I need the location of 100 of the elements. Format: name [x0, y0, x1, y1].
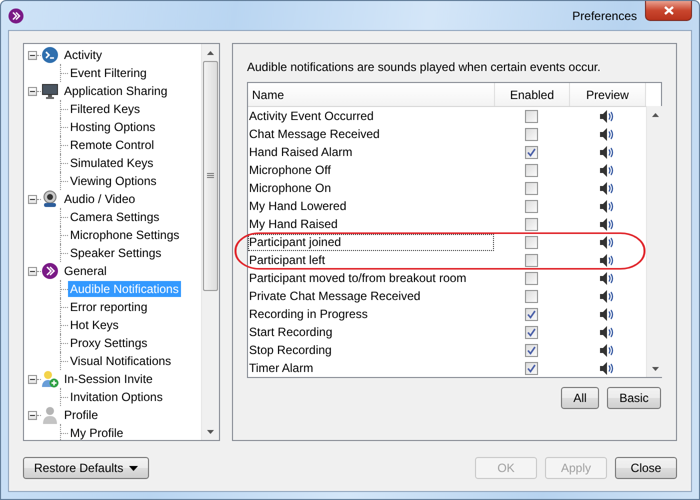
table-cell-text: Recording in Progress [248, 306, 369, 322]
minus-icon [30, 90, 35, 92]
speaker-icon[interactable] [600, 362, 614, 374]
speaker-icon[interactable] [600, 254, 614, 266]
table-cell: Participant joined [248, 234, 494, 250]
checkbox[interactable] [525, 326, 538, 338]
speaker-icon[interactable] [600, 128, 614, 140]
table-cell-text: Participant left [248, 252, 326, 268]
table-cell-text: My Hand Lowered [248, 198, 348, 214]
checkbox[interactable] [525, 290, 538, 302]
tree-item[interactable]: Visual Notifications [68, 353, 174, 369]
table-cell-text: Start Recording [248, 324, 334, 340]
tree-item[interactable]: Event Filtering [68, 65, 149, 81]
scroll-up-icon [652, 112, 659, 116]
checkbox[interactable] [525, 218, 538, 230]
tree-item[interactable]: Hosting Options [68, 119, 158, 135]
checkbox[interactable] [525, 308, 538, 320]
tree-item[interactable]: Microphone Settings [68, 227, 182, 243]
scrollbar[interactable] [201, 44, 219, 440]
scroll-down-icon [207, 430, 214, 434]
tree-item[interactable]: Activity [62, 47, 104, 63]
tree-item[interactable]: Error reporting [68, 299, 150, 315]
minus-icon [30, 378, 35, 380]
tree-item[interactable]: Speaker Settings [68, 245, 164, 261]
collapse-toggle[interactable] [28, 194, 37, 204]
minus-icon [30, 54, 35, 56]
checkbox[interactable] [525, 164, 538, 176]
speaker-icon[interactable] [600, 218, 614, 230]
collapse-toggle[interactable] [28, 410, 37, 420]
webcam-icon [41, 190, 59, 208]
checkbox[interactable] [525, 344, 538, 356]
table-cell-text: Microphone On [248, 180, 332, 196]
checkbox[interactable] [525, 110, 538, 122]
minus-icon [30, 198, 35, 200]
user-add-icon [41, 370, 59, 388]
speaker-icon[interactable] [600, 344, 614, 356]
table-cell-text: Microphone Off [248, 162, 332, 178]
minus-icon [30, 414, 35, 416]
checkbox[interactable] [525, 182, 538, 194]
speaker-icon[interactable] [600, 272, 614, 284]
tree-item[interactable]: In-Session Invite [62, 371, 155, 387]
collapse-toggle[interactable] [28, 86, 37, 96]
checkbox[interactable] [525, 362, 538, 374]
checkbox[interactable] [525, 200, 538, 212]
caret-icon [129, 466, 138, 470]
table-cell-text: Participant moved to/from breakout room [248, 270, 468, 286]
table-cell-text: My Hand Raised [248, 216, 339, 232]
user-icon [41, 406, 59, 424]
checkbox[interactable] [525, 236, 538, 248]
collapse-toggle[interactable] [28, 50, 37, 60]
filter-button[interactable]: All [561, 387, 599, 409]
tree-item[interactable]: Hot Keys [68, 317, 121, 333]
column-header[interactable]: Preview [570, 83, 646, 106]
speaker-icon[interactable] [600, 164, 614, 176]
speaker-icon[interactable] [600, 308, 614, 320]
tree-item[interactable]: Audio / Video [62, 191, 138, 207]
checkbox[interactable] [525, 146, 538, 158]
table-cell-text: Activity Event Occurred [248, 108, 375, 124]
speaker-icon[interactable] [600, 236, 614, 248]
collapse-toggle[interactable] [28, 374, 37, 384]
speaker-icon[interactable] [600, 290, 614, 302]
scrollbar[interactable] [646, 106, 664, 377]
speaker-icon[interactable] [600, 110, 614, 122]
table-cell-text: Stop Recording [248, 342, 333, 358]
speaker-icon[interactable] [600, 182, 614, 194]
column-header[interactable]: Enabled [495, 83, 570, 106]
tree-item[interactable]: Viewing Options [68, 173, 158, 189]
tree-item[interactable]: Simulated Keys [68, 155, 156, 171]
window-title: Preferences [572, 8, 637, 22]
tree-item[interactable]: Remote Control [68, 137, 156, 153]
globe-icon [41, 46, 59, 64]
tree-item[interactable]: My Profile [68, 425, 126, 440]
tree-item[interactable]: Profile [62, 407, 100, 423]
column-header[interactable]: Name [248, 83, 495, 106]
checkbox[interactable] [525, 254, 538, 266]
collapse-toggle[interactable] [28, 266, 37, 276]
monitor-icon [41, 82, 59, 100]
checkbox[interactable] [525, 128, 538, 140]
restore-defaults-button[interactable]: Restore Defaults [23, 457, 150, 479]
minus-icon [30, 270, 35, 272]
close-button[interactable] [645, 1, 692, 21]
scroll-down-icon [652, 366, 659, 370]
tree-item[interactable]: Camera Settings [68, 209, 162, 225]
speaker-icon[interactable] [600, 146, 614, 158]
tree-item[interactable]: Proxy Settings [68, 335, 150, 351]
speaker-icon[interactable] [600, 326, 614, 338]
speaker-icon[interactable] [600, 200, 614, 212]
tree-item[interactable]: General [62, 263, 109, 279]
app-logo-icon [8, 8, 24, 24]
filter-button[interactable]: Basic [607, 387, 661, 409]
tree-item[interactable]: Invitation Options [68, 389, 165, 405]
grip-icon [207, 173, 214, 179]
dialog-button[interactable]: Close [615, 457, 677, 479]
tree-item[interactable]: Application Sharing [62, 83, 170, 99]
table-cell-text: Chat Message Received [248, 126, 381, 142]
app-logo-icon [41, 262, 59, 280]
table-cell-text: Hand Raised Alarm [248, 144, 354, 160]
tree-item[interactable]: Filtered Keys [68, 101, 142, 117]
description-text: Audible notifications are sounds played when certain events occur. [247, 60, 602, 74]
checkbox[interactable] [525, 272, 538, 284]
